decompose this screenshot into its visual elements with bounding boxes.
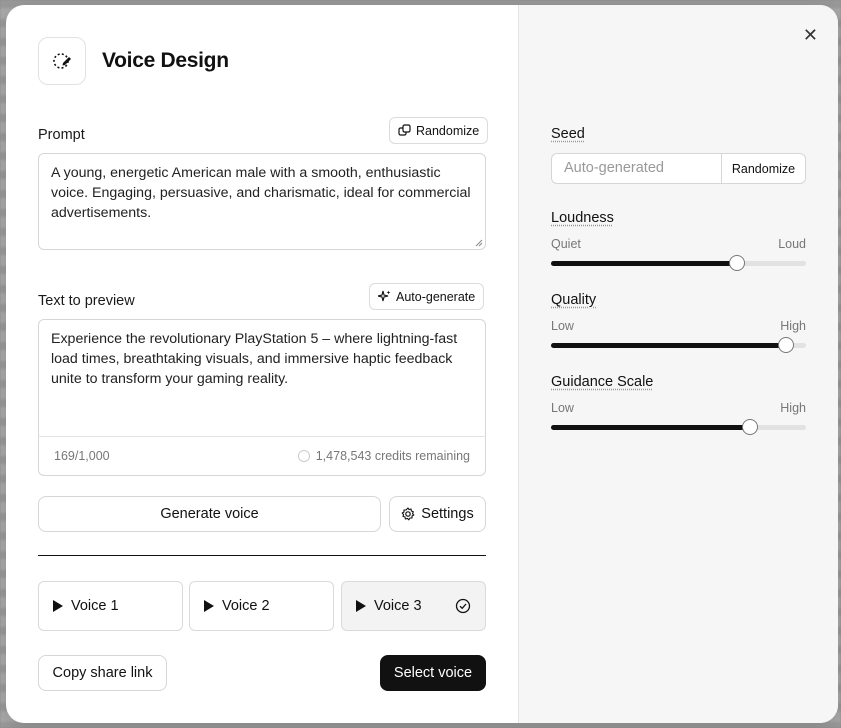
- loudness-label: Loudness: [551, 210, 614, 226]
- guidance-range-labels: Low High: [551, 401, 806, 415]
- voice-option-2[interactable]: Voice 2: [189, 581, 334, 631]
- auto-generate-label: Auto-generate: [396, 289, 476, 304]
- guidance-handle[interactable]: [741, 419, 758, 435]
- quality-max: High: [780, 319, 806, 333]
- copy-share-link-label: Copy share link: [52, 665, 153, 681]
- voice-3-label: Voice 3: [374, 598, 422, 614]
- guidance-fill: [551, 425, 750, 430]
- generate-voice-label: Generate voice: [160, 506, 259, 522]
- gear-icon: [401, 507, 415, 521]
- section-divider: [38, 555, 486, 556]
- quality-slider[interactable]: [551, 337, 806, 353]
- settings-button[interactable]: Settings: [389, 496, 486, 532]
- copy-share-link-button[interactable]: Copy share link: [38, 655, 167, 691]
- credits-info: 1,478,543 credits remaining: [297, 449, 470, 463]
- loudness-range-labels: Quiet Loud: [551, 237, 806, 251]
- quality-min: Low: [551, 319, 574, 333]
- seed-label: Seed: [551, 126, 585, 142]
- loudness-handle[interactable]: [729, 255, 746, 271]
- quality-fill: [551, 343, 786, 348]
- select-voice-label: Select voice: [393, 665, 473, 681]
- quality-handle[interactable]: [777, 337, 794, 353]
- voice-design-logo: [38, 37, 86, 85]
- voice-option-3[interactable]: Voice 3: [341, 581, 486, 631]
- quality-label: Quality: [551, 292, 597, 308]
- check-circle-icon: [455, 598, 471, 614]
- preview-label: Text to preview: [38, 293, 135, 309]
- prompt-text: A young, energetic American male with a …: [51, 165, 471, 221]
- play-icon[interactable]: [53, 600, 63, 612]
- loading-spinner-icon: [297, 450, 310, 462]
- preview-text: Experience the revolutionary PlayStation…: [51, 331, 458, 387]
- close-icon[interactable]: ✕: [803, 25, 818, 46]
- loudness-fill: [551, 261, 738, 266]
- voice-edit-icon: [53, 53, 71, 69]
- loudness-min: Quiet: [551, 237, 581, 251]
- prompt-textarea[interactable]: A young, energetic American male with a …: [38, 153, 486, 250]
- voice-design-dialog: Voice Design Prompt Randomize A young, e…: [6, 5, 838, 723]
- quality-range-labels: Low High: [551, 319, 806, 333]
- preview-footer: 169/1,000 1,478,543 credits remaining: [38, 436, 486, 475]
- sparkle-icon: [378, 290, 391, 302]
- voice-1-label: Voice 1: [71, 598, 119, 614]
- voice-2-label: Voice 2: [222, 598, 270, 614]
- prompt-randomize-label: Randomize: [416, 123, 480, 138]
- resize-handle-icon[interactable]: [475, 239, 483, 247]
- loudness-max: Loud: [778, 237, 806, 251]
- voice-option-1[interactable]: Voice 1: [38, 581, 183, 631]
- seed-input[interactable]: Auto-generated: [551, 153, 721, 184]
- select-voice-button[interactable]: Select voice: [380, 655, 486, 691]
- prompt-label: Prompt: [38, 127, 85, 143]
- play-icon[interactable]: [204, 600, 214, 612]
- settings-panel: ✕ Seed Auto-generated Randomize Loudness…: [518, 5, 838, 723]
- settings-label: Settings: [421, 506, 474, 522]
- prompt-randomize-button[interactable]: Randomize: [389, 117, 489, 144]
- guidance-slider[interactable]: [551, 419, 806, 435]
- guidance-label: Guidance Scale: [551, 374, 654, 390]
- seed-randomize-button[interactable]: Randomize: [721, 153, 806, 184]
- credits-remaining: 1,478,543 credits remaining: [315, 449, 470, 463]
- left-panel: Voice Design Prompt Randomize A young, e…: [6, 5, 518, 723]
- loudness-slider[interactable]: [551, 255, 806, 271]
- dialog-title: Voice Design: [102, 49, 229, 72]
- guidance-max: High: [780, 401, 806, 415]
- auto-generate-button[interactable]: Auto-generate: [369, 283, 485, 310]
- dice-icon: [398, 124, 411, 136]
- generate-voice-button[interactable]: Generate voice: [38, 496, 381, 532]
- play-icon[interactable]: [356, 600, 366, 612]
- char-count: 169/1,000: [54, 449, 110, 463]
- guidance-min: Low: [551, 401, 574, 415]
